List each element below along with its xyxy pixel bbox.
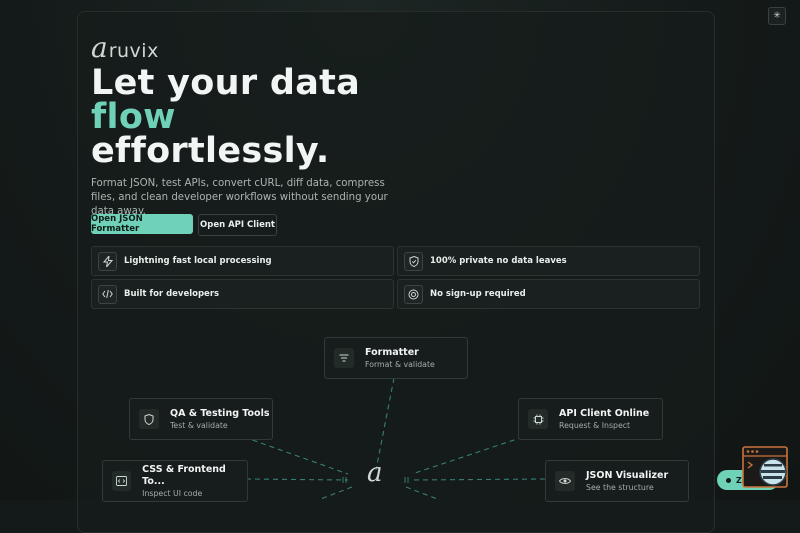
tool-subtitle: Request & Inspect [559,420,631,430]
hub-logo-mark: a [367,458,383,488]
tool-graph-edges [243,377,546,500]
tool-subtitle: See the structure [586,482,654,492]
online-dot-icon [726,477,731,483]
tool-subtitle: Format & validate [365,359,435,369]
tool-node-formatter[interactable]: Formatter Format & validate [324,337,468,379]
tool-subtitle: Test & validate [170,420,228,430]
filter-icon [334,348,354,368]
tool-node-api-client[interactable]: API Client Online Request & Inspect [518,398,663,440]
tool-title: JSON Visualizer [586,469,669,481]
code-window-icon [112,471,132,491]
tool-title: CSS & Frontend To... [142,463,226,487]
tool-node-qa-testing[interactable]: QA & Testing Tools Test & validate [129,398,273,440]
tool-subtitle: Inspect UI code [142,488,203,498]
chip-icon [528,409,548,429]
eye-icon [555,471,575,491]
tool-node-json-visualizer[interactable]: JSON Visualizer See the structure [545,460,689,502]
tool-title: Formatter [365,346,419,358]
tool-title: QA & Testing Tools [170,407,270,419]
tool-title: API Client Online [559,407,650,419]
tool-node-css-frontend[interactable]: CSS & Frontend To... Inspect UI code [102,460,248,502]
assistant-avatar-icon[interactable] [742,446,788,492]
shield-icon [139,409,159,429]
